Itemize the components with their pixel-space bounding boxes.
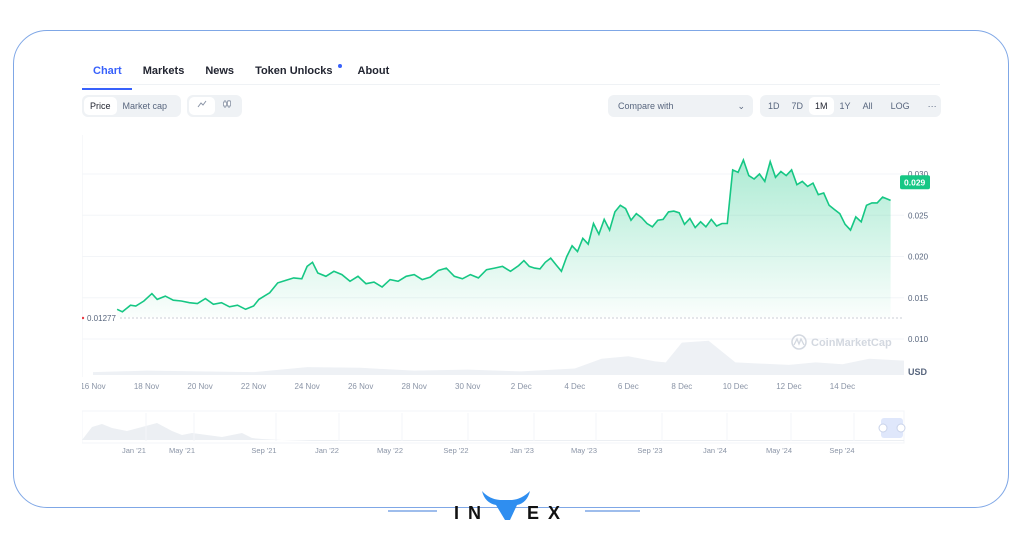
more-options-button[interactable]: ··· — [922, 97, 943, 115]
tab-news[interactable]: News — [194, 62, 244, 84]
tab-about-label: About — [357, 65, 390, 77]
brand-name-left: IN — [454, 503, 490, 523]
range-all-button[interactable]: All — [857, 97, 879, 115]
volume-area — [93, 340, 904, 375]
x-tick-label: 2 Dec — [511, 382, 532, 391]
tabs-divider — [82, 84, 940, 85]
candlestick-button[interactable] — [215, 97, 241, 115]
x-tick-label: 14 Dec — [830, 382, 855, 391]
price-area-fill — [117, 160, 891, 317]
currency-label: USD — [908, 367, 928, 377]
start-price-marker — [82, 316, 85, 320]
line-chart-icon — [197, 100, 207, 108]
navigator-tick-label: Sep '22 — [443, 446, 468, 455]
tab-chart-label: Chart — [93, 65, 122, 77]
navigator-tick-label: Jan '22 — [315, 446, 339, 455]
navigator-tick-label: Sep '23 — [637, 446, 662, 455]
candlestick-icon — [223, 100, 232, 108]
x-tick-label: 30 Nov — [455, 382, 480, 391]
x-tick-label: 12 Dec — [776, 382, 801, 391]
chart-tabs: Chart Markets News Token Unlocks About — [82, 62, 400, 90]
tab-markets-label: Markets — [142, 65, 185, 77]
range-1y-button[interactable]: 1Y — [834, 97, 857, 115]
tab-news-label: News — [205, 65, 235, 77]
current-price-label: 0.029 — [904, 177, 926, 187]
watermark-text: CoinMarketCap — [811, 337, 892, 349]
chevron-down-icon: ⌄ — [737, 101, 745, 111]
x-tick-label: 28 Nov — [402, 382, 427, 391]
start-price-label: 0.01277 — [87, 314, 116, 323]
chart-type-toggle — [187, 95, 242, 117]
market-cap-button[interactable]: Market cap — [117, 97, 174, 115]
price-button[interactable]: Price — [84, 97, 117, 115]
tab-about[interactable]: About — [347, 62, 400, 84]
x-tick-label: 24 Nov — [294, 382, 319, 391]
range-1m-button[interactable]: 1M — [809, 97, 834, 115]
log-scale-button[interactable]: LOG — [885, 97, 916, 115]
range-selector: 1D 7D 1M 1Y All LOG ··· — [760, 95, 941, 117]
navigator-tick-label: May '22 — [377, 446, 403, 455]
x-tick-label: 10 Dec — [723, 382, 748, 391]
invex-brand-footer: IN EX — [388, 491, 640, 523]
navigator-tick-label: Sep '24 — [829, 446, 854, 455]
navigator-tick-label: Jan '21 — [122, 446, 146, 455]
range-navigator[interactable]: Jan '21 May '21 Sep '21 Jan '22 May '22 Sep '… — [82, 410, 906, 455]
compare-with-dropdown[interactable]: Compare with ⌄ — [608, 95, 753, 117]
range-1d-button[interactable]: 1D — [762, 97, 786, 115]
x-tick-label: 8 Dec — [671, 382, 692, 391]
tab-token-unlocks-label: Token Unlocks — [255, 65, 333, 77]
navigator-tick-label: Jan '23 — [510, 446, 534, 455]
navigator-left-handle[interactable] — [878, 423, 888, 433]
x-tick-label: 16 Nov — [82, 382, 106, 391]
y-tick-label: 0.015 — [908, 294, 929, 303]
navigator-tick-label: Jan '24 — [703, 446, 727, 455]
line-chart-button[interactable] — [189, 97, 215, 115]
price-chart[interactable]: CoinMarketCap 0.01277 0.0300.0250.0200.0… — [82, 135, 952, 465]
notification-dot-icon — [337, 64, 342, 68]
tab-chart[interactable]: Chart — [82, 62, 132, 90]
x-tick-label: 26 Nov — [348, 382, 373, 391]
price-marketcap-toggle: Price Market cap — [82, 95, 181, 117]
navigator-tick-label: Sep '21 — [251, 446, 276, 455]
brand-name-right: EX — [527, 503, 569, 523]
x-tick-label: 4 Dec — [564, 382, 585, 391]
x-tick-label: 6 Dec — [618, 382, 639, 391]
navigator-tick-label: May '23 — [571, 446, 597, 455]
current-price-badge: 0.029 — [900, 175, 930, 190]
y-tick-label: 0.010 — [908, 335, 929, 344]
navigator-right-handle[interactable] — [896, 423, 906, 433]
compare-with-label: Compare with — [618, 101, 674, 111]
coinmarketcap-watermark: CoinMarketCap — [791, 334, 892, 350]
navigator-tick-label: May '21 — [169, 446, 195, 455]
tab-markets[interactable]: Markets — [132, 62, 195, 84]
navigator-tick-label: May '24 — [766, 446, 792, 455]
y-tick-label: 0.025 — [908, 211, 929, 220]
range-7d-button[interactable]: 7D — [786, 97, 810, 115]
x-tick-label: 22 Nov — [241, 382, 266, 391]
y-tick-label: 0.020 — [908, 253, 929, 262]
x-tick-label: 18 Nov — [134, 382, 159, 391]
x-tick-label: 20 Nov — [187, 382, 212, 391]
tab-token-unlocks[interactable]: Token Unlocks — [244, 62, 346, 84]
